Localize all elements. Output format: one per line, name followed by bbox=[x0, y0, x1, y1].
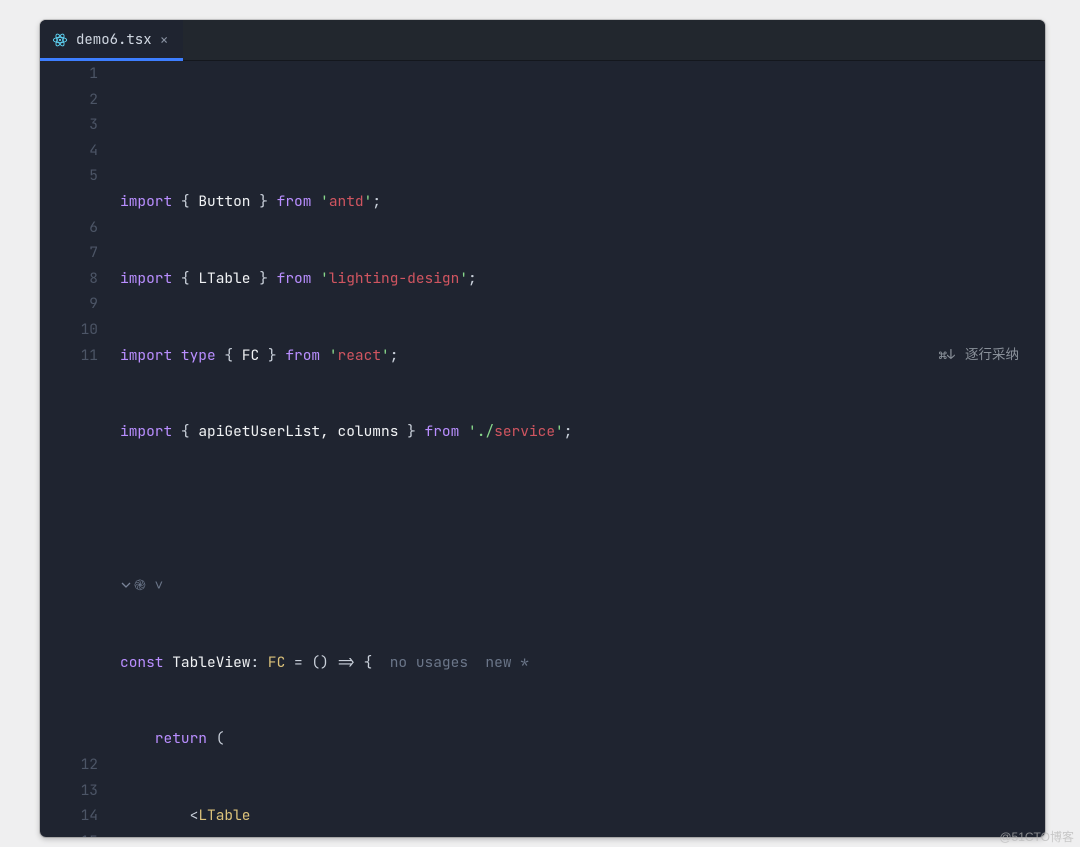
editor-frame: demo6.tsx × 1 2 3 4 5 6 7 8 9 10 11 bbox=[40, 20, 1045, 837]
editor: demo6.tsx × 1 2 3 4 5 6 7 8 9 10 11 bbox=[40, 20, 1045, 837]
tab-filename: demo6.tsx bbox=[76, 31, 152, 49]
ai-accept-hint[interactable]: ⌘↓ 逐行采纳 bbox=[939, 343, 1019, 369]
hint-label: 逐行采纳 bbox=[965, 343, 1019, 369]
code-line: return ( bbox=[114, 726, 1045, 752]
chevron-down-icon bbox=[120, 579, 132, 591]
shortcut-icon: ⌘↓ bbox=[939, 343, 955, 369]
code-line: import type { FC } from 'react'; bbox=[114, 343, 1045, 369]
code-line bbox=[114, 496, 1045, 522]
code-line: import { LTable } from 'lighting-design'… bbox=[114, 266, 1045, 292]
code-line: import { Button } from 'antd'; bbox=[114, 189, 1045, 215]
code-content[interactable]: ⌘↓ 逐行采纳 import { Button } from 'antd'; i… bbox=[114, 61, 1045, 837]
tab-bar: demo6.tsx × bbox=[40, 20, 1045, 61]
gutter: 1 2 3 4 5 6 7 8 9 10 11 bbox=[40, 61, 114, 837]
react-icon bbox=[52, 32, 68, 48]
code-line: const TableView: FC = () => { no usages … bbox=[114, 650, 1045, 676]
close-icon[interactable]: × bbox=[160, 33, 169, 48]
tab-demo6[interactable]: demo6.tsx × bbox=[40, 20, 183, 60]
watermark: @51CTO博客 bbox=[999, 828, 1074, 845]
ai-marker[interactable]: ֎ ˅ bbox=[114, 573, 1045, 599]
code-area[interactable]: 1 2 3 4 5 6 7 8 9 10 11 bbox=[40, 61, 1045, 837]
code-line: import { apiGetUserList, columns } from … bbox=[114, 419, 1045, 445]
code-line: <LTable bbox=[114, 803, 1045, 829]
